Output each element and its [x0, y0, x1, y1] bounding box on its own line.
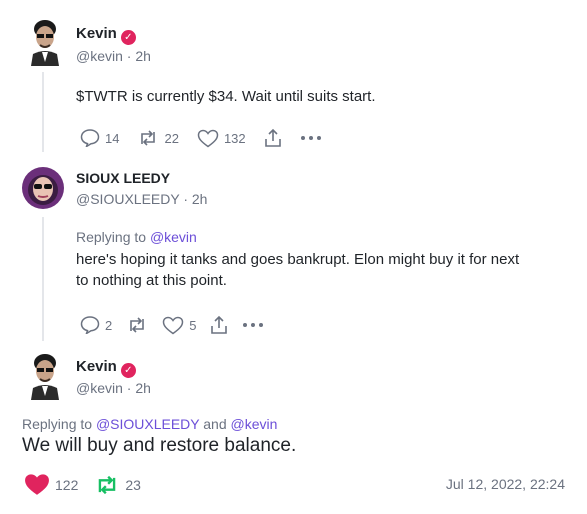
- retweet-button[interactable]: 22: [137, 129, 179, 147]
- tweet2-text: here's hoping it tanks and goes bankrupt…: [76, 249, 519, 291]
- more-button[interactable]: [300, 135, 322, 141]
- tweet2-meta: @SIOUXLEEDY · 2h: [76, 191, 207, 207]
- replying-label: Replying to: [22, 416, 93, 432]
- like-button[interactable]: 5: [162, 316, 196, 335]
- reply-count: 2: [105, 317, 113, 333]
- tweet1-text: $TWTR is currently $34. Wait until suits…: [76, 88, 376, 105]
- replying-handle-link[interactable]: @kevin: [150, 229, 197, 245]
- more-button[interactable]: [242, 322, 264, 328]
- tweet2-actions: 2 5: [80, 315, 282, 335]
- retweet-count: 23: [125, 476, 141, 493]
- share-icon: [264, 128, 281, 147]
- reply-icon: [80, 129, 100, 147]
- tweet1-actions: 14 22 132: [80, 128, 340, 148]
- tweet3-text: We will buy and restore balance.: [22, 435, 297, 456]
- retweet-button[interactable]: 23: [94, 474, 141, 496]
- reply-count: 14: [105, 130, 120, 146]
- retweet-icon: [141, 130, 156, 146]
- avatar-kevin[interactable]: [23, 352, 63, 400]
- like-icon: [162, 316, 184, 334]
- like-icon: [25, 474, 49, 495]
- tweet2-time[interactable]: 2h: [192, 191, 208, 207]
- like-count: 132: [223, 130, 246, 146]
- tweet1-author-name[interactable]: Kevin: [76, 25, 117, 42]
- share-button[interactable]: [210, 315, 228, 335]
- like-button[interactable]: 132: [197, 129, 246, 148]
- like-count: 122: [55, 476, 79, 493]
- verified-icon: ✓: [120, 363, 136, 378]
- separator-dot: ·: [126, 380, 132, 396]
- tweet3-timestamp[interactable]: Jul 12, 2022, 22:24: [446, 476, 565, 492]
- tweet2-text-line1: here's hoping it tanks and goes bankrupt…: [76, 251, 520, 268]
- reply-button[interactable]: 14: [80, 129, 119, 147]
- tweet3-author-name[interactable]: Kevin: [76, 358, 117, 375]
- tweet3-meta: @kevin · 2h: [76, 380, 151, 396]
- separator-dot: ·: [183, 191, 188, 207]
- tweet2-replying-to: Replying to @kevin: [76, 229, 197, 245]
- separator-dot: ·: [126, 48, 132, 64]
- like-count: 5: [189, 317, 197, 333]
- tweet3-time[interactable]: 2h: [135, 380, 151, 396]
- tweet2-author-name[interactable]: SIOUX LEEDY: [76, 170, 170, 186]
- tweet3-handle[interactable]: @kevin: [76, 380, 123, 396]
- thread-line: [42, 217, 44, 341]
- retweet-button[interactable]: [126, 316, 148, 334]
- thread-line: [42, 72, 44, 152]
- more-icon: [300, 136, 321, 140]
- share-icon: [211, 315, 228, 334]
- tweet3-replying-to: Replying to @SIOUXLEEDY and @kevin: [22, 416, 277, 432]
- share-button[interactable]: [264, 128, 282, 148]
- replying-label: Replying to: [76, 229, 147, 245]
- replying-handle-link[interactable]: @SIOUXLEEDY: [96, 416, 199, 432]
- tweet1-time[interactable]: 2h: [135, 48, 151, 64]
- retweet-icon: [130, 317, 145, 333]
- replying-and: and: [203, 416, 227, 432]
- avatar-kevin[interactable]: [23, 18, 63, 66]
- avatar-siouxleedy[interactable]: [22, 167, 64, 209]
- tweet2-text-line2: to nothing at this point.: [76, 272, 227, 289]
- tweet2-handle[interactable]: @SIOUXLEEDY: [76, 191, 179, 207]
- tweet1-meta: @kevin · 2h: [76, 48, 151, 64]
- tweet3-actions: 122 23: [24, 473, 159, 496]
- retweet-icon: [99, 475, 116, 494]
- retweet-count: 22: [164, 130, 179, 146]
- replying-handle-link[interactable]: @kevin: [231, 416, 278, 432]
- verified-icon: ✓: [120, 30, 136, 45]
- reply-icon: [80, 316, 100, 334]
- reply-button[interactable]: 2: [80, 316, 112, 334]
- like-icon: [197, 129, 219, 147]
- tweet1-handle[interactable]: @kevin: [76, 48, 123, 64]
- more-icon: [243, 323, 264, 327]
- like-button[interactable]: 122: [24, 473, 78, 496]
